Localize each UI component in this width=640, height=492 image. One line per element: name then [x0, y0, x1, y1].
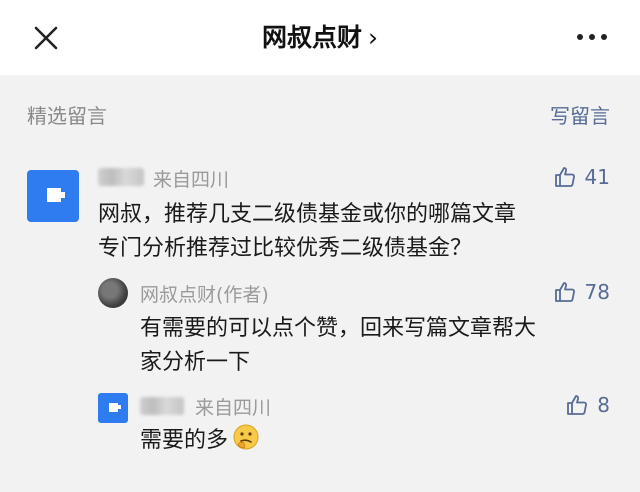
- reply-line: 有需要的可以点个赞，回来写篇文章帮大: [140, 316, 537, 341]
- like-count: 78: [584, 280, 610, 304]
- account-name[interactable]: 网叔点财: [262, 23, 362, 52]
- author-name: 网叔点财(作者): [140, 284, 269, 306]
- comment-line: 网叔，推荐几支二级债基金或你的哪篇文章: [98, 202, 517, 227]
- thumbs-up-icon: [567, 395, 588, 415]
- like-button[interactable]: 78: [553, 280, 610, 304]
- reply-text: 有需要的可以点个赞，回来写篇文章帮大 家分析一下: [140, 312, 536, 380]
- avatar[interactable]: [27, 170, 79, 222]
- section-header: 精选留言 写留言: [0, 75, 640, 145]
- thinking-emoji-icon: [232, 423, 260, 462]
- comment-location: 来自四川: [195, 397, 272, 419]
- avatar[interactable]: [98, 393, 128, 423]
- account-title[interactable]: 网叔点财 ›: [0, 18, 640, 54]
- reply-line: 家分析一下: [140, 350, 251, 375]
- like-count: 41: [584, 165, 610, 189]
- comment-line: 专门分析推荐过比较优秀二级债基金？: [98, 236, 473, 261]
- like-button[interactable]: 8: [565, 393, 610, 417]
- comment-text: 网叔，推荐几支二级债基金或你的哪篇文章 专门分析推荐过比较优秀二级债基金？: [98, 198, 516, 266]
- sub-comment-text: 需要的多: [140, 423, 260, 462]
- blurred-username: [98, 168, 144, 186]
- top-bar: 网叔点财 ›: [0, 0, 640, 75]
- chevron-right-icon: ›: [368, 23, 378, 52]
- author-avatar[interactable]: [98, 278, 128, 308]
- thumbs-up-icon: [554, 282, 575, 302]
- comments-panel: 精选留言 写留言 来自四川 41 网叔，推荐几支二级债基金或你的哪篇文章 专门分…: [0, 75, 640, 492]
- more-button[interactable]: [572, 22, 612, 52]
- more-dots-icon: [577, 34, 607, 40]
- blurred-username: [140, 397, 184, 415]
- comment-location: 来自四川: [153, 169, 230, 191]
- like-button[interactable]: 41: [553, 165, 610, 189]
- featured-comments-title: 精选留言: [27, 104, 107, 128]
- thumbs-up-icon: [554, 167, 575, 187]
- write-comment-button[interactable]: 写留言: [550, 100, 610, 129]
- like-count: 8: [597, 393, 610, 417]
- sub-comment-line: 需要的多: [140, 428, 229, 453]
